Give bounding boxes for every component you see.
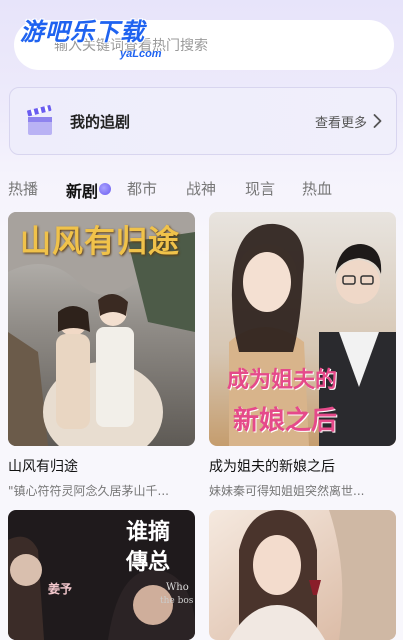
drama-title: 山风有归途 bbox=[8, 459, 78, 475]
tab-war-god[interactable]: 战神 bbox=[186, 178, 216, 199]
drama-poster[interactable] bbox=[209, 510, 396, 640]
poster-caption-1: 姜予 bbox=[48, 582, 73, 596]
watchlist-title: 我的追剧 bbox=[70, 112, 131, 131]
poster-title-b: 傳总 bbox=[126, 549, 171, 575]
drama-card[interactable]: 山风有归途 山风有归途 "镇心符符灵阿念久居茅山千... bbox=[8, 212, 195, 499]
poster-title-line1: 成为姐夫的 bbox=[227, 367, 338, 393]
my-watchlist-card[interactable]: 我的追剧 查看更多 bbox=[9, 87, 397, 155]
poster-caption-3: the bos bbox=[160, 596, 194, 606]
drama-poster[interactable]: 山风有归途 bbox=[8, 212, 195, 446]
drama-description: 妹妹秦可得知姐姐突然离世... bbox=[209, 484, 365, 498]
drama-card[interactable]: 谁摘 傳总 姜予 Who the bos bbox=[8, 510, 195, 640]
category-tabs: 热播 新剧 都市 战神 现言 热血 bbox=[0, 178, 403, 202]
drama-poster[interactable]: 谁摘 傳总 姜予 Who the bos bbox=[8, 510, 195, 640]
tab-new[interactable]: 新剧 bbox=[66, 178, 98, 202]
tab-hot[interactable]: 热播 bbox=[8, 178, 38, 199]
poster-title-text: 山风有归途 bbox=[20, 224, 180, 260]
chevron-right-icon bbox=[373, 114, 382, 128]
tab-romance[interactable]: 现言 bbox=[245, 178, 275, 199]
drama-title: 成为姐夫的新娘之后 bbox=[209, 459, 335, 475]
view-more-link[interactable]: 查看更多 bbox=[315, 112, 382, 131]
drama-card[interactable] bbox=[209, 510, 396, 640]
drama-poster[interactable]: 成为姐夫的 新娘之后 bbox=[209, 212, 396, 446]
view-more-label: 查看更多 bbox=[314, 115, 367, 131]
poster-caption-2: Who bbox=[166, 582, 189, 593]
poster-title-line2: 新娘之后 bbox=[233, 406, 338, 436]
watermark-title: 游吧乐下载 bbox=[20, 18, 145, 46]
clapperboard-icon bbox=[27, 105, 52, 135]
watermark-logo: 游吧乐下载 yaLcom bbox=[20, 18, 162, 60]
tab-urban[interactable]: 都市 bbox=[127, 178, 157, 199]
drama-card[interactable]: 成为姐夫的 新娘之后 成为姐夫的新娘之后 妹妹秦可得知姐姐突然离世... bbox=[209, 212, 396, 499]
drama-description: "镇心符符灵阿念久居茅山千... bbox=[8, 484, 169, 498]
tab-action[interactable]: 热血 bbox=[302, 178, 332, 199]
poster-title-a: 谁摘 bbox=[126, 519, 171, 545]
watermark-sub: yaLcom bbox=[120, 48, 162, 60]
active-tab-indicator bbox=[99, 183, 111, 195]
